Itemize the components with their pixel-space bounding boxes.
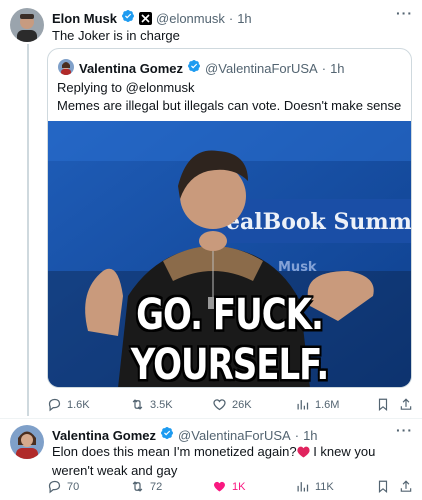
- background-sign-text: ealBook Summit: [226, 209, 411, 235]
- bookmark-button[interactable]: [376, 397, 390, 412]
- reply-like-count: 1K: [232, 480, 246, 493]
- like-count: 26K: [232, 398, 252, 411]
- quote-header: Valentina Gomez @ValentinaForUSA · 1h: [79, 59, 345, 78]
- reply-retweet-count: 72: [150, 480, 163, 493]
- quote-image[interactable]: ealBook Summit Musk GO. FUCK. YOURSELF.: [48, 121, 411, 388]
- separator-dot: ·: [321, 61, 327, 76]
- reply-retweet-button[interactable]: 72: [130, 479, 162, 494]
- reply-icon: [48, 398, 61, 412]
- quote-text: Memes are illegal but illegals can vote.…: [57, 98, 402, 113]
- views-button[interactable]: 1.6M: [295, 397, 339, 412]
- elon-avatar[interactable]: [10, 8, 44, 42]
- valentina-avatar[interactable]: [10, 425, 44, 459]
- reply-count: 1.6K: [67, 398, 90, 411]
- tweet-divider: [0, 418, 422, 419]
- retweet-icon: [132, 481, 143, 492]
- separator-dot: ·: [228, 11, 234, 26]
- share-icon: [400, 480, 412, 492]
- share-button[interactable]: [399, 397, 413, 412]
- verified-badge-icon: [187, 59, 201, 78]
- valentina-avatar-small: [58, 59, 74, 75]
- retweet-icon: [132, 399, 143, 410]
- author-name[interactable]: Elon Musk: [52, 11, 117, 26]
- reply-share-button[interactable]: [399, 479, 413, 494]
- separator-dot: ·: [294, 428, 300, 443]
- reply-reply-button[interactable]: 70: [47, 479, 79, 494]
- reply-views-button[interactable]: 11K: [295, 479, 334, 494]
- reply-bookmark-button[interactable]: [376, 479, 390, 494]
- like-button[interactable]: 26K: [212, 397, 252, 412]
- thread-connector-line: [27, 44, 29, 416]
- affiliation-x-badge-icon: [139, 12, 153, 25]
- reply-view-count: 11K: [315, 480, 334, 493]
- verified-badge-icon: [121, 9, 135, 28]
- reply-icon: [48, 480, 61, 494]
- reply-text-part1: Elon does this mean I'm monetized again?: [52, 444, 297, 459]
- share-icon: [400, 398, 412, 410]
- reply-like-button[interactable]: 1K: [212, 479, 245, 494]
- more-icon[interactable]: ···: [396, 5, 413, 21]
- retweet-count: 3.5K: [150, 398, 173, 411]
- meme-caption: GO. FUCK. YOURSELF.: [130, 289, 331, 388]
- author-handle[interactable]: @elonmusk: [156, 11, 225, 26]
- view-count: 1.6M: [315, 398, 340, 411]
- views-chart-icon: [297, 482, 309, 492]
- reply-text: Elon does this mean I'm monetized again?…: [52, 443, 412, 479]
- replying-to-text: Replying to @elonmusk: [57, 80, 195, 95]
- reply-more-icon[interactable]: ···: [396, 422, 413, 438]
- reply-button[interactable]: 1.6K: [47, 397, 90, 412]
- tweet-time[interactable]: 1h: [237, 11, 251, 26]
- reply-time[interactable]: 1h: [303, 428, 317, 443]
- reply-author-handle[interactable]: @ValentinaForUSA: [178, 428, 291, 443]
- quoted-tweet-card[interactable]: Valentina Gomez @ValentinaForUSA · 1h Re…: [47, 48, 412, 388]
- quote-author-handle: @ValentinaForUSA: [205, 61, 318, 76]
- red-heart-emoji-icon: [297, 445, 310, 462]
- heart-icon: [213, 399, 226, 411]
- quote-author-name: Valentina Gomez: [79, 61, 184, 76]
- tweet-text: The Joker is in charge: [52, 28, 180, 43]
- bookmark-icon: [378, 480, 388, 493]
- heart-filled-icon: [214, 481, 225, 492]
- retweet-button[interactable]: 3.5K: [130, 397, 173, 412]
- bookmark-icon: [378, 398, 388, 411]
- views-chart-icon: [297, 400, 309, 410]
- reply-author-name[interactable]: Valentina Gomez: [52, 428, 156, 443]
- tweet-header: Elon Musk @elonmusk · 1h: [52, 9, 252, 28]
- reply-reply-count: 70: [67, 480, 80, 493]
- quote-time: 1h: [330, 61, 345, 76]
